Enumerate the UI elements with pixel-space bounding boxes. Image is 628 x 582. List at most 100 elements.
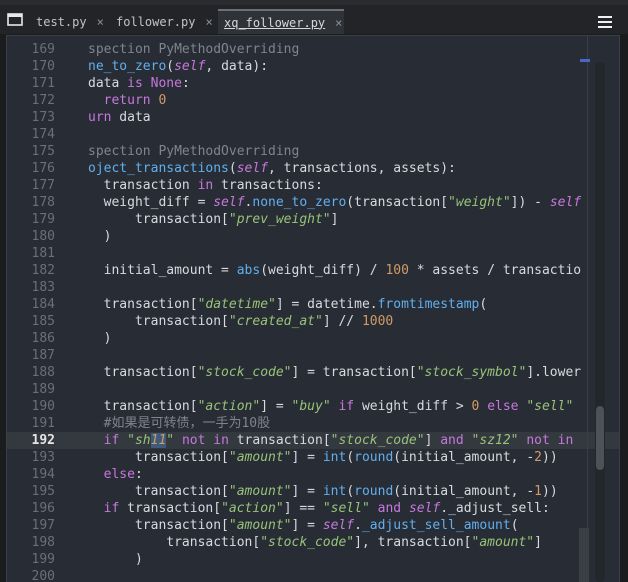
close-icon[interactable]: × [335, 16, 342, 30]
line-code: #如果是可转债，一手为10股 [88, 416, 271, 431]
scrollbar-thumb[interactable] [596, 406, 604, 470]
line-code: if transaction["action"] == "sell" and s… [103, 501, 550, 516]
code-line[interactable]: 184 transaction["datetime"] = datetime.f… [7, 296, 619, 313]
line-number: 174 [31, 127, 55, 142]
line-number: 196 [31, 501, 55, 516]
close-icon[interactable]: × [97, 15, 104, 29]
line-code: transaction["stock_code"] = transaction[… [88, 365, 582, 380]
tab-xq-follower-py[interactable]: xq_follower.py × [218, 9, 344, 34]
scroll-marker [580, 59, 590, 62]
line-number: 195 [31, 484, 55, 499]
tab-follower-py[interactable]: follower.py × [110, 9, 216, 34]
code-line[interactable]: 183 [7, 279, 619, 296]
code-line[interactable]: 195 transaction["amount"] = int(round(in… [7, 483, 619, 500]
close-icon[interactable]: × [205, 15, 212, 29]
line-code: transaction["stock_code"], transaction["… [88, 535, 542, 550]
code-line[interactable]: 185 transaction["created_at"] // 1000 [7, 313, 619, 330]
line-number: 198 [31, 535, 55, 550]
tab-test-py[interactable]: test.py × [30, 9, 108, 34]
line-code: ) [88, 331, 112, 346]
tab-label: test.py [36, 14, 87, 29]
line-code: spection PyMethodOverriding [88, 42, 300, 57]
code-line[interactable]: 172 return 0 [7, 92, 619, 109]
line-code: oject_transactions(self, transactions, a… [88, 161, 456, 176]
code-line[interactable]: 175 spection PyMethodOverriding [7, 143, 619, 160]
code-line[interactable]: 198 transaction["stock_code"], transacti… [7, 534, 619, 551]
code-line[interactable]: 177 transaction in transactions: [7, 177, 619, 194]
code-line[interactable]: 182 initial_amount = abs(weight_diff) / … [7, 262, 619, 279]
line-number: 179 [31, 212, 55, 227]
code-editor[interactable]: 200 199 ) 198 transaction["stock_code"], t… [6, 35, 620, 582]
window-icon[interactable] [4, 10, 26, 30]
code-line[interactable]: 176 oject_transactions(self, transactions… [7, 160, 619, 177]
line-code: urn data [88, 110, 151, 125]
line-code: return 0 [103, 93, 167, 108]
line-number: 180 [31, 229, 55, 244]
code-line[interactable]: 194 else: [7, 466, 619, 483]
code-line[interactable]: 181 [7, 245, 619, 262]
menu-button[interactable] [590, 10, 620, 34]
line-number: 175 [31, 144, 55, 159]
line-number: 184 [31, 297, 55, 312]
code-line[interactable]: 199 ) [7, 551, 619, 568]
code-line[interactable]: 196 if transaction["action"] == "sell" a… [7, 500, 619, 517]
line-code: transaction["prev_weight"] [88, 212, 339, 227]
line-number: 171 [31, 76, 55, 91]
line-number: 192 [31, 433, 55, 448]
line-code: data is None: [88, 76, 190, 91]
line-number: 197 [31, 518, 55, 533]
code-line[interactable]: 170 ne_to_zero(self, data): [7, 58, 619, 75]
line-code: ne_to_zero(self, data): [88, 59, 269, 74]
code-line[interactable]: 187 [7, 347, 619, 364]
line-code: transaction["amount"] = int(round(initia… [88, 484, 558, 499]
code-line[interactable]: 180 ) [7, 228, 619, 245]
tab-label: xq_follower.py [224, 15, 326, 30]
code-line[interactable]: 191 #如果是可转债，一手为10股 [7, 415, 619, 432]
line-number: 185 [31, 314, 55, 329]
line-code: transaction["amount"] = self._adjust_sel… [88, 518, 519, 533]
line-number: 178 [31, 195, 55, 210]
code-line[interactable]: 173 urn data [7, 109, 619, 126]
line-number: 194 [31, 467, 55, 482]
line-number: 190 [31, 399, 55, 414]
line-number: 189 [31, 382, 55, 397]
code-line[interactable]: 178 weight_diff = self.none_to_zero(tran… [7, 194, 619, 211]
line-code: transaction["created_at"] // 1000 [88, 314, 394, 329]
line-code: else: [103, 467, 143, 482]
tab-bar: test.py × follower.py × xq_follower.py × [0, 5, 628, 34]
line-number: 199 [31, 552, 55, 567]
line-code: ) [88, 552, 143, 567]
line-number: 200 [31, 569, 55, 582]
line-number: 186 [31, 331, 55, 346]
tab-label: follower.py [116, 14, 196, 29]
code-line[interactable]: 190 transaction["action"] = "buy" if wei… [7, 398, 619, 415]
line-code: transaction["datetime"] = datetime.fromt… [88, 297, 488, 312]
line-number: 172 [31, 93, 55, 108]
line-number: 182 [31, 263, 55, 278]
code-line[interactable]: 193 transaction["amount"] = int(round(in… [7, 449, 619, 466]
code-line[interactable]: 197 transaction["amount"] = self._adjust… [7, 517, 619, 534]
code-line[interactable]: 192 if "sh11" not in transaction["stock_… [7, 432, 619, 449]
right-margin-guide [587, 36, 588, 582]
code-line[interactable]: 200 [7, 568, 619, 582]
code-line[interactable]: 169 spection PyMethodOverriding [7, 41, 619, 58]
line-code: transaction in transactions: [88, 178, 323, 193]
line-number: 193 [31, 450, 55, 465]
line-code: spection PyMethodOverriding [88, 144, 300, 159]
code-line[interactable]: 189 [7, 381, 619, 398]
horizontal-scroll-thumb[interactable] [579, 528, 589, 582]
code-line[interactable]: 179 transaction["prev_weight"] [7, 211, 619, 228]
code-line[interactable]: 188 transaction["stock_code"] = transact… [7, 364, 619, 381]
line-number: 173 [31, 110, 55, 125]
code-line[interactable]: 186 ) [7, 330, 619, 347]
vertical-scrollbar[interactable] [595, 62, 605, 582]
code-line[interactable]: 174 [7, 126, 619, 143]
line-number: 191 [31, 416, 55, 431]
line-code: if "sh11" not in transaction["stock_code… [103, 433, 574, 448]
line-number: 176 [31, 161, 55, 176]
line-code: transaction["action"] = "buy" if weight_… [88, 399, 574, 414]
code-line[interactable]: 171 data is None: [7, 75, 619, 92]
line-number: 188 [31, 365, 55, 380]
line-number: 170 [31, 59, 55, 74]
line-code: transaction["amount"] = int(round(initia… [88, 450, 558, 465]
